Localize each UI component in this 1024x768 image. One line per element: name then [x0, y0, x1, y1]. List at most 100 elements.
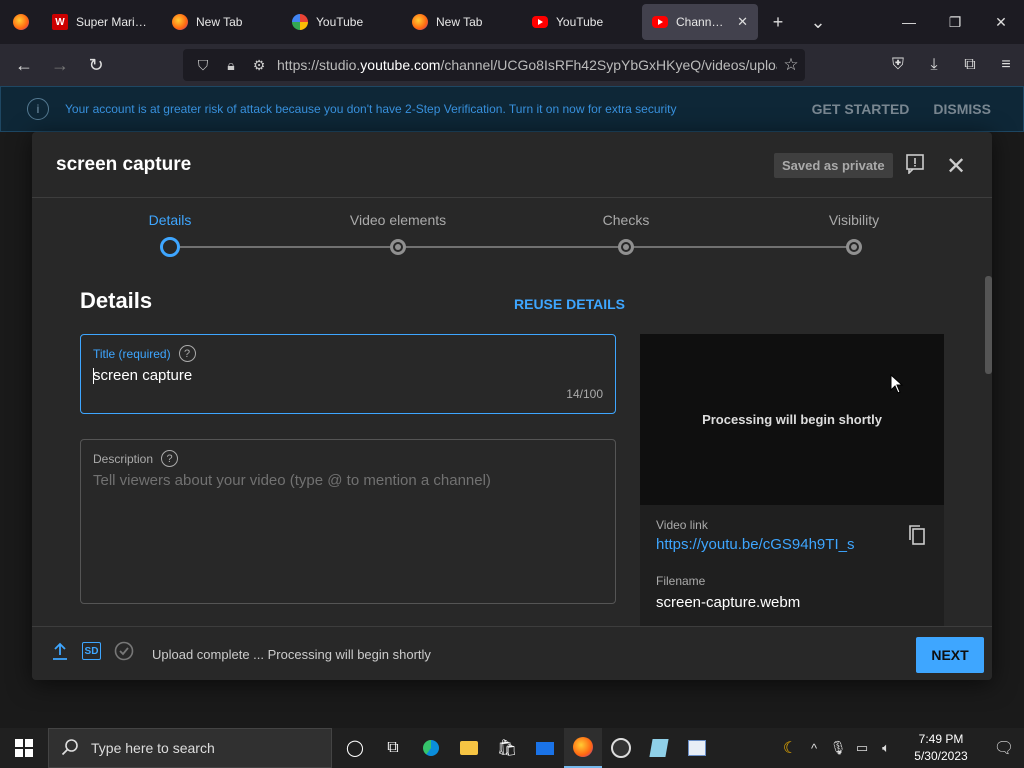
- firefox-menu-icon[interactable]: [0, 0, 42, 44]
- title-char-count: 14/100: [566, 387, 603, 401]
- shield-icon[interactable]: ⛉: [189, 57, 217, 74]
- cortana-icon[interactable]: ◯: [336, 728, 374, 768]
- file-explorer-icon[interactable]: [450, 728, 488, 768]
- clock-date: 5/30/2023: [914, 749, 968, 763]
- get-started-button[interactable]: GET STARTED: [812, 101, 910, 117]
- windows-start-icon[interactable]: [0, 728, 48, 768]
- title-label: Title (required) ?: [93, 345, 196, 362]
- forward-icon[interactable]: →: [42, 44, 78, 86]
- tab-label: YouTube: [316, 15, 364, 29]
- tab-channel-content[interactable]: Channel co ✕: [642, 4, 758, 40]
- info-icon: i: [27, 98, 49, 120]
- section-title: Details: [80, 288, 153, 313]
- paint-icon[interactable]: [678, 728, 716, 768]
- feedback-icon[interactable]: [906, 154, 924, 175]
- microphone-icon[interactable]: 🎙︎: [826, 740, 850, 756]
- pocket-icon[interactable]: ⛨: [880, 44, 916, 86]
- taskbar-search-input[interactable]: Type here to search: [48, 728, 332, 768]
- description-placeholder[interactable]: Tell viewers about your video (type @ to…: [93, 472, 491, 489]
- obs-icon[interactable]: [602, 728, 640, 768]
- tab-label: Super Mario W: [76, 15, 152, 29]
- title-value[interactable]: screen capture: [93, 367, 192, 384]
- next-button[interactable]: NEXT: [916, 637, 984, 673]
- extensions-icon[interactable]: ⧉: [952, 44, 988, 86]
- store-icon[interactable]: 🛍︎: [488, 728, 526, 768]
- step-dot-video-elements[interactable]: [390, 239, 406, 255]
- list-tabs-icon[interactable]: ⌄: [798, 12, 838, 33]
- reload-icon[interactable]: ↻: [78, 44, 114, 86]
- address-bar[interactable]: ⛉ 🔒︎ ⚙︎ https://studio.youtube.com/chann…: [183, 49, 805, 81]
- saved-status-badge: Saved as private: [774, 153, 893, 178]
- help-icon[interactable]: ?: [178, 345, 196, 362]
- step-dot-checks[interactable]: [618, 239, 634, 255]
- wikipedia-icon: W: [52, 14, 68, 30]
- google-icon: [292, 14, 308, 30]
- mail-icon[interactable]: [526, 728, 564, 768]
- permissions-icon[interactable]: ⚙︎: [245, 57, 273, 74]
- close-icon[interactable]: ✕: [946, 152, 966, 181]
- step-checks[interactable]: Checks: [546, 212, 706, 228]
- stepper-line: [170, 246, 854, 248]
- firefox-taskbar-icon[interactable]: [564, 728, 602, 768]
- network-icon[interactable]: ▭: [850, 740, 874, 756]
- volume-icon[interactable]: 🔈︎: [874, 740, 898, 756]
- notepad-icon[interactable]: [640, 728, 678, 768]
- tab-youtube-2[interactable]: YouTube: [522, 4, 642, 40]
- lock-icon[interactable]: 🔒︎: [217, 57, 245, 74]
- tab-new-tab-2[interactable]: New Tab: [402, 4, 522, 40]
- sd-quality-icon[interactable]: SD: [82, 642, 101, 660]
- filename-value: screen-capture.webm: [656, 594, 801, 611]
- title-input[interactable]: Title (required) ? screen capture 14/100: [80, 334, 616, 414]
- upload-stepper: Details Video elements Checks Visibility: [32, 198, 992, 268]
- video-link-label: Video link: [656, 518, 708, 532]
- tab-label: New Tab: [196, 15, 243, 29]
- step-details[interactable]: Details: [90, 212, 250, 228]
- description-label-text: Description: [93, 451, 154, 466]
- tab-close-icon[interactable]: ✕: [737, 14, 748, 30]
- copy-icon[interactable]: [908, 524, 925, 545]
- tab-new-tab-1[interactable]: New Tab: [162, 4, 282, 40]
- upload-icon[interactable]: [50, 641, 70, 661]
- task-view-icon[interactable]: ⧉: [374, 728, 412, 768]
- reuse-details-button[interactable]: REUSE DETAILS: [514, 296, 625, 312]
- windows-taskbar: Type here to search ◯ ⧉ 🛍︎ ☾ ^ 🎙︎ ▭ 🔈︎ 7…: [0, 728, 1024, 768]
- checks-icon[interactable]: [114, 641, 134, 661]
- taskbar-apps: ◯ ⧉ 🛍︎: [336, 728, 716, 768]
- edge-icon[interactable]: [412, 728, 450, 768]
- search-icon: [61, 738, 79, 759]
- scrollbar-thumb[interactable]: [985, 276, 992, 374]
- step-dot-visibility[interactable]: [846, 239, 862, 255]
- firefox-icon: [412, 14, 428, 30]
- system-tray: ☾ ^ 🎙︎ ▭ 🔈︎ 7:49 PM 5/30/2023 🗨︎: [778, 728, 1024, 768]
- minimize-icon[interactable]: —: [886, 0, 932, 44]
- navigation-bar: ← → ↻ ⛉ 🔒︎ ⚙︎ https://studio.youtube.com…: [0, 44, 1024, 86]
- help-icon[interactable]: ?: [161, 450, 179, 467]
- tab-label: YouTube: [556, 15, 604, 29]
- url-text[interactable]: https://studio.youtube.com/channel/UCGo8…: [273, 57, 777, 73]
- restore-icon[interactable]: ❐: [932, 0, 978, 44]
- tab-youtube-1[interactable]: YouTube: [282, 4, 402, 40]
- upload-status-text: Upload complete ... Processing will begi…: [152, 647, 431, 662]
- taskbar-clock[interactable]: 7:49 PM 5/30/2023: [898, 731, 984, 765]
- bookmark-star-icon[interactable]: ☆: [777, 55, 805, 75]
- weather-icon[interactable]: ☾: [778, 738, 802, 758]
- notifications-icon[interactable]: 🗨︎: [984, 738, 1024, 758]
- window-controls: — ❐ ✕: [886, 0, 1024, 44]
- step-dot-details[interactable]: [160, 237, 180, 257]
- back-icon[interactable]: ←: [6, 44, 42, 86]
- video-link[interactable]: https://youtu.be/cGS94h9TI_s: [656, 536, 854, 553]
- downloads-icon[interactable]: ⤓: [916, 44, 952, 86]
- new-tab-icon[interactable]: +: [758, 12, 798, 33]
- step-video-elements[interactable]: Video elements: [318, 212, 478, 228]
- youtube-icon: [652, 16, 668, 28]
- close-window-icon[interactable]: ✕: [978, 0, 1024, 44]
- details-content: Details REUSE DETAILS Title (required) ?…: [32, 268, 992, 626]
- firefox-icon: [172, 14, 188, 30]
- dismiss-button[interactable]: DISMISS: [933, 101, 991, 117]
- security-banner: i Your account is at greater risk of att…: [0, 86, 1024, 132]
- hamburger-menu-icon[interactable]: ≡: [988, 44, 1024, 86]
- tray-overflow-icon[interactable]: ^: [802, 741, 826, 756]
- step-visibility[interactable]: Visibility: [774, 212, 934, 228]
- description-input[interactable]: Description ? Tell viewers about your vi…: [80, 439, 616, 604]
- tab-super-mario[interactable]: W Super Mario W: [42, 4, 162, 40]
